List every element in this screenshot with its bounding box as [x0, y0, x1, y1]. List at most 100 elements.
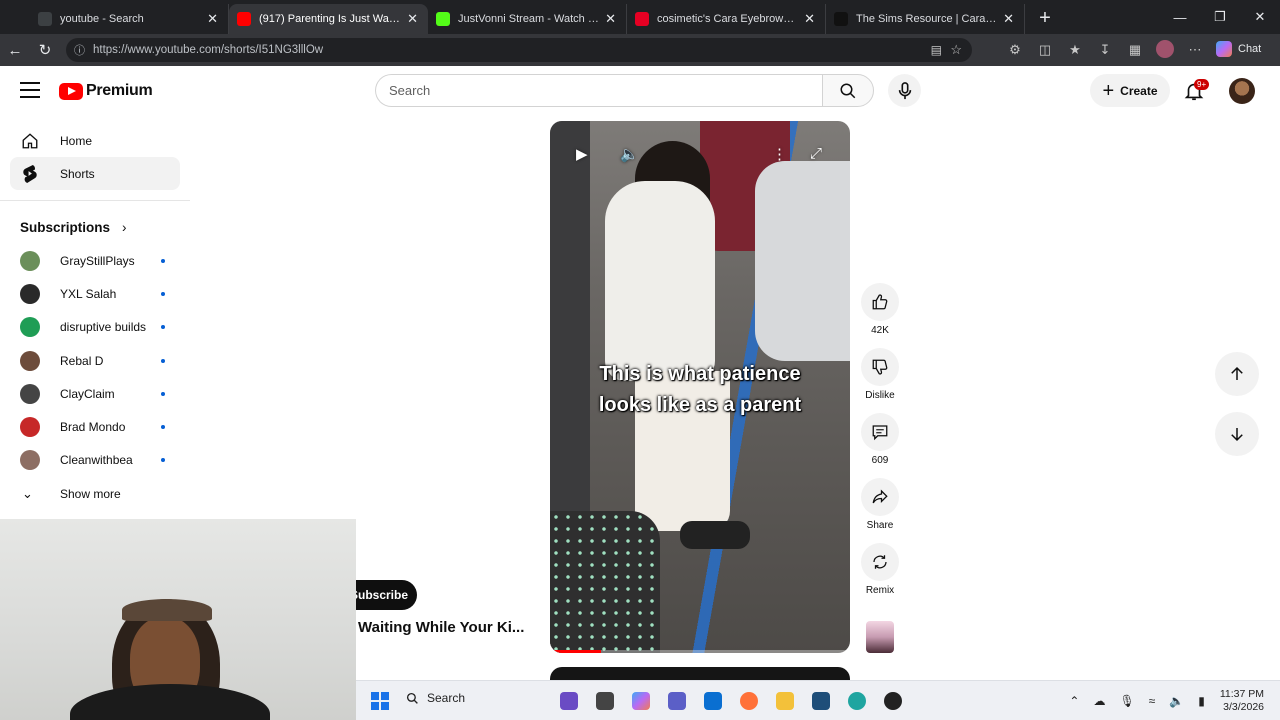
site-info-icon[interactable]: ⓘ: [74, 42, 85, 58]
new-content-dot: [161, 325, 165, 330]
dislike-button[interactable]: [861, 348, 899, 386]
tab-close-icon[interactable]: ✕: [1003, 11, 1014, 27]
favorite-star-icon[interactable]: ☆: [950, 42, 962, 58]
subscription-item[interactable]: Rebal D: [0, 344, 190, 377]
window-controls: — ❐ ✕: [1160, 0, 1280, 34]
chevron-up-icon[interactable]: ⌃: [1069, 694, 1079, 708]
copilot-app-icon[interactable]: [623, 690, 659, 712]
channel-avatar: [20, 250, 40, 271]
tab-close-icon[interactable]: ✕: [407, 11, 418, 27]
browser-tab[interactable]: (917) Parenting Is Just Waiting Wh ✕: [229, 4, 428, 34]
more-menu-icon[interactable]: ⋯: [1180, 42, 1210, 58]
fullscreen-icon[interactable]: ⤢: [810, 145, 822, 162]
windows-start-icon[interactable]: [371, 692, 389, 710]
new-content-dot: [161, 291, 165, 296]
reader-view-icon[interactable]: ▤: [931, 43, 942, 57]
speaker-icon[interactable]: 🔈: [1169, 694, 1184, 708]
cloud-icon[interactable]: ☁: [1093, 694, 1105, 708]
taskbar-search[interactable]: Search: [406, 691, 465, 705]
collections-icon[interactable]: ▦: [1120, 42, 1150, 58]
search-button[interactable]: [822, 74, 874, 107]
dislike-label: Dislike: [865, 390, 895, 401]
play-icon[interactable]: ▶: [576, 145, 588, 163]
browser-tab[interactable]: cosimetic's Cara Eyebrows | NO 31 ✕: [627, 4, 826, 34]
comments-button[interactable]: [861, 413, 899, 451]
split-screen-icon[interactable]: ◫: [1030, 42, 1060, 58]
subscription-item[interactable]: ClayClaim: [0, 377, 190, 410]
remix-button[interactable]: [861, 543, 899, 581]
show-more-button[interactable]: ⌄ Show more: [0, 477, 190, 510]
new-tab-button[interactable]: +: [1031, 4, 1059, 32]
shorts-video-player[interactable]: This is what patience looks like as a pa…: [550, 121, 850, 653]
favorites-icon[interactable]: ★: [1060, 42, 1090, 58]
store-app-icon[interactable]: [695, 690, 731, 712]
subscription-item[interactable]: Cleanwithbea: [0, 444, 190, 477]
address-bar[interactable]: ⓘ https://www.youtube.com/shorts/I51NG3l…: [66, 38, 972, 62]
taskbar-clock[interactable]: 11:37 PM 3/3/2026: [1220, 688, 1264, 714]
obs-app-icon[interactable]: [875, 690, 911, 712]
browser-tab[interactable]: youtube - Search ✕: [30, 4, 229, 34]
like-button[interactable]: [861, 283, 899, 321]
restore-button[interactable]: ❐: [1200, 0, 1240, 34]
search-input[interactable]: [375, 74, 822, 107]
short-title[interactable]: Waiting While Your Ki...: [358, 619, 524, 636]
subscriptions-title: Subscriptions: [20, 220, 111, 235]
subscription-item[interactable]: GrayStillPlays: [0, 244, 190, 277]
new-content-dot: [161, 425, 165, 430]
browser-tab[interactable]: The Sims Resource | Cara Eyebrow ✕: [826, 4, 1025, 34]
minimize-button[interactable]: —: [1160, 0, 1200, 34]
copilot-chat-button[interactable]: Chat: [1216, 41, 1261, 57]
channel-avatar: [20, 317, 40, 338]
sidebar-item-shorts[interactable]: Shorts: [10, 157, 180, 190]
home-icon: [20, 132, 40, 150]
voice-search-button[interactable]: [888, 74, 921, 107]
microphone-icon: [898, 81, 911, 99]
new-content-dot: [161, 391, 165, 396]
more-options-icon[interactable]: ⋮: [772, 145, 787, 163]
edge-app-icon[interactable]: [839, 690, 875, 712]
webcam-overlay: [0, 519, 356, 720]
account-avatar[interactable]: [1229, 78, 1255, 104]
wifi-icon[interactable]: ≈: [1149, 694, 1156, 708]
next-short-button[interactable]: [1215, 412, 1259, 456]
tab-close-icon[interactable]: ✕: [207, 11, 218, 27]
profile-avatar[interactable]: [1150, 39, 1180, 61]
share-icon: [872, 489, 888, 504]
window-app-icon[interactable]: [587, 690, 623, 712]
sidebar-item-label: Shorts: [60, 166, 95, 181]
close-window-button[interactable]: ✕: [1240, 0, 1280, 34]
youtube-logo[interactable]: Premium: [59, 82, 153, 100]
tab-close-icon[interactable]: ✕: [804, 11, 815, 27]
subscribe-label: Subscribe: [350, 588, 409, 602]
downloads-icon[interactable]: ↧: [1090, 42, 1120, 58]
terminal-app-icon[interactable]: [803, 690, 839, 712]
clapper-app-icon[interactable]: [551, 690, 587, 712]
previous-short-button[interactable]: [1215, 352, 1259, 396]
subscriptions-header[interactable]: Subscriptions ›: [0, 211, 190, 244]
extensions-icon[interactable]: ⚙: [1000, 42, 1030, 58]
microphone-icon[interactable]: 🎙: [1119, 694, 1134, 708]
subscribe-button[interactable]: Subscribe: [350, 580, 417, 610]
menu-icon[interactable]: [20, 82, 40, 98]
subscription-item[interactable]: YXL Salah: [0, 277, 190, 310]
create-button[interactable]: + Create: [1090, 74, 1170, 107]
video-progress-bar[interactable]: [550, 650, 850, 653]
sidebar-item-home[interactable]: Home: [10, 124, 180, 157]
firefox-app-icon[interactable]: [731, 690, 767, 712]
extensions-area: ⚙ ◫ ★ ↧ ▦ ⋯: [1000, 34, 1210, 66]
back-button[interactable]: ←: [0, 35, 30, 65]
comment-count: 609: [871, 455, 889, 466]
volume-icon[interactable]: 🔈: [620, 145, 639, 163]
battery-icon[interactable]: ▮: [1198, 694, 1205, 708]
reload-button[interactable]: ↻: [30, 35, 60, 65]
share-button[interactable]: [861, 478, 899, 516]
file-explorer-app-icon[interactable]: [767, 690, 803, 712]
teams-app-icon[interactable]: [659, 690, 695, 712]
tab-close-icon[interactable]: ✕: [605, 11, 616, 27]
tab-title: (917) Parenting Is Just Waiting Wh: [259, 13, 401, 25]
channel-thumbnail[interactable]: [866, 621, 894, 653]
channel-avatar: [20, 450, 40, 471]
subscription-item[interactable]: Brad Mondo: [0, 410, 190, 443]
browser-tab[interactable]: JustVonni Stream - Watch Live on ✕: [428, 4, 627, 34]
subscription-item[interactable]: disruptive builds: [0, 311, 190, 344]
